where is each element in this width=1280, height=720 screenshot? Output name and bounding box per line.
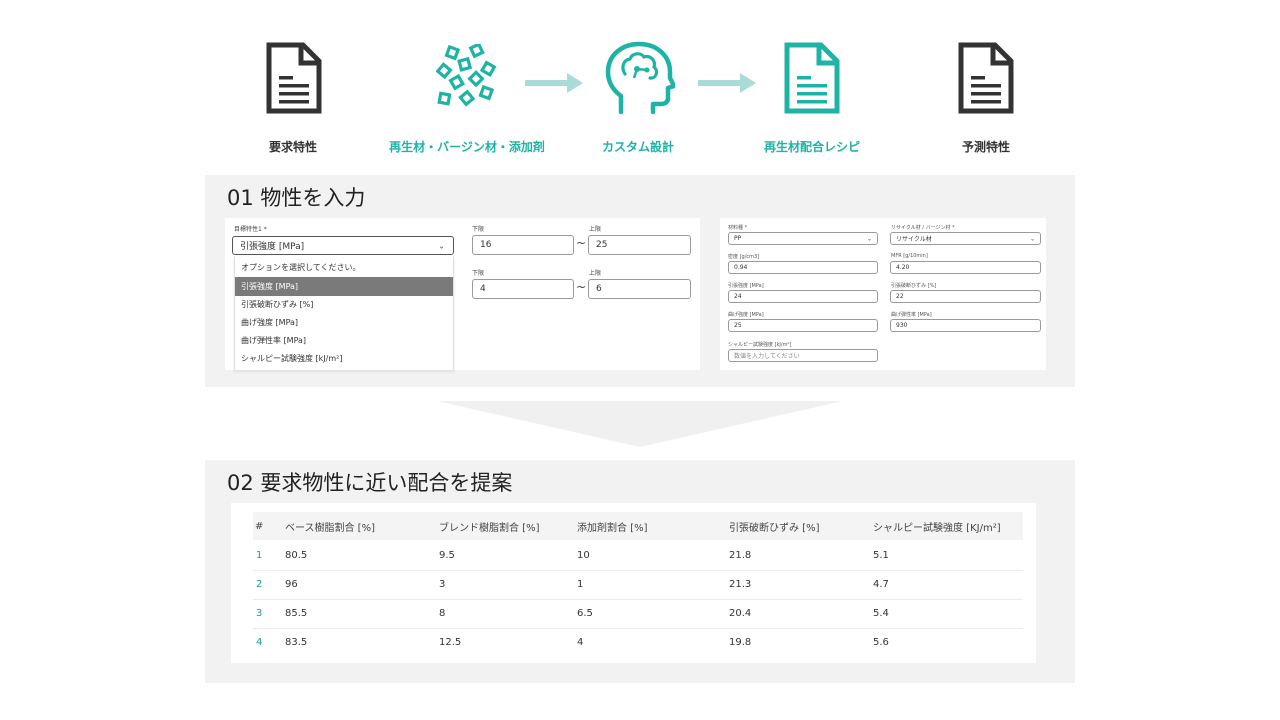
column-header-base-resin: ベース樹脂割合 [%] [285, 522, 375, 534]
cell-additive: 1 [577, 579, 584, 590]
material-type-value: PP [734, 235, 742, 242]
row-divider [253, 628, 1023, 629]
cell-charpy: 5.6 [873, 637, 889, 648]
cell-base-resin: 96 [285, 579, 298, 590]
tensile-strength-label: 引張強度 [MPa] [728, 283, 764, 289]
row-index[interactable]: 3 [256, 608, 262, 619]
proposal-table: # ベース樹脂割合 [%] ブレンド樹脂割合 [%] 添加剤割合 [%] 引張破… [231, 503, 1036, 663]
density-input[interactable]: 0.94 [728, 261, 878, 274]
flow-arrow-2 [698, 73, 756, 93]
document-icon [958, 42, 1014, 114]
cell-tensile-strain: 20.4 [729, 608, 752, 619]
column-header-additive: 添加剤割合 [%] [577, 522, 648, 534]
dropdown-option[interactable]: 引張破断ひずみ [%] [235, 295, 453, 314]
cell-blend-resin: 12.5 [439, 637, 462, 648]
cell-tensile-strain: 19.8 [729, 637, 752, 648]
tensile-strength-input[interactable]: 24 [728, 290, 878, 303]
flow-arrow-1 [525, 73, 583, 93]
column-header-tensile-strain: 引張破断ひずみ [%] [729, 522, 820, 534]
section-input-title: 01 物性を入力 [227, 186, 366, 210]
chevron-down-icon: ⌄ [866, 235, 872, 242]
upper-limit-input-1[interactable]: 25 [588, 235, 691, 255]
dropdown-option[interactable]: 曲げ強度 [MPa] [235, 313, 453, 332]
recycle-value: リサイクル材 [896, 236, 932, 243]
dropdown-option[interactable]: シャルピー試験強度 [kJ/m²] [235, 349, 453, 368]
ai-brain-icon [605, 41, 675, 115]
charpy-input[interactable]: 数値を入力してください [728, 349, 878, 362]
flexural-strength-input[interactable]: 25 [728, 319, 878, 332]
cell-charpy: 4.7 [873, 579, 889, 590]
range-tilde: ~ [576, 236, 587, 250]
cell-blend-resin: 3 [439, 579, 446, 590]
upper-limit-input-2[interactable]: 6 [588, 279, 691, 299]
target-property-dropdown: オプションを選択してください。 引張強度 [MPa] 引張破断ひずみ [%] 曲… [234, 256, 454, 370]
tensile-strain-label: 引張破断ひずみ [%] [891, 283, 937, 289]
mfr-label: MFR [g/10min] [891, 253, 928, 259]
dropdown-option[interactable]: 曲げ弾性率 [MPa] [235, 331, 453, 350]
range-tilde: ~ [576, 280, 587, 294]
material-type-select[interactable]: PP ⌄ [728, 232, 878, 245]
chevron-down-arrow [437, 401, 843, 447]
cell-tensile-strain: 21.8 [729, 550, 752, 561]
cell-base-resin: 83.5 [285, 637, 308, 648]
chevron-down-icon: ⌄ [438, 241, 445, 250]
row-divider [253, 570, 1023, 571]
cell-base-resin: 80.5 [285, 550, 308, 561]
flow-label-predicted: 予測特性 [961, 140, 1011, 154]
target-property-select[interactable]: 引張強度 [MPa] ⌄ [232, 236, 454, 255]
materials-icon [436, 44, 497, 107]
flow-label-requirements: 要求特性 [268, 140, 318, 154]
cell-charpy: 5.4 [873, 608, 889, 619]
lower-limit-input-1[interactable]: 16 [472, 235, 574, 255]
section-proposal-title: 02 要求物性に近い配合を提案 [227, 471, 513, 495]
table-header: # ベース樹脂割合 [%] ブレンド樹脂割合 [%] 添加剤割合 [%] 引張破… [253, 512, 1023, 540]
lower-limit-label: 下限 [472, 226, 485, 233]
tensile-strain-input[interactable]: 22 [890, 290, 1041, 303]
target-property-value: 引張強度 [MPa] [240, 242, 305, 252]
row-index[interactable]: 2 [256, 579, 262, 590]
cell-base-resin: 85.5 [285, 608, 308, 619]
cell-blend-resin: 8 [439, 608, 446, 619]
document-icon [266, 42, 322, 114]
flow-label-materials: 再生材・バージン材・添加剤 [389, 140, 545, 154]
recipe-document-icon [784, 42, 840, 114]
row-divider [253, 599, 1023, 600]
density-label: 密度 [g/cm3] [728, 254, 760, 260]
upper-limit-label: 上限 [589, 226, 602, 233]
column-header-charpy: シャルピー試験強度 [KJ/m²] [873, 522, 1001, 534]
dropdown-option-selected[interactable]: 引張強度 [MPa] [235, 277, 453, 296]
recycle-select[interactable]: リサイクル材 ⌄ [890, 232, 1041, 245]
mfr-input[interactable]: 4.20 [890, 261, 1041, 274]
cell-additive: 6.5 [577, 608, 593, 619]
lower-limit-input-2[interactable]: 4 [472, 279, 574, 299]
cell-blend-resin: 9.5 [439, 550, 455, 561]
flexural-strength-label: 曲げ強度 [MPa] [728, 312, 764, 318]
material-type-label: 材料種 * [728, 225, 748, 231]
target-property-label: 目標特性1 * [234, 226, 267, 233]
flow-label-custom-design: カスタム設計 [601, 140, 675, 154]
flexural-modulus-input[interactable]: 930 [890, 319, 1041, 332]
chevron-down-icon: ⌄ [1029, 235, 1035, 242]
cell-additive: 4 [577, 637, 584, 648]
dropdown-option[interactable]: オプションを選択してください。 [235, 258, 453, 277]
flexural-modulus-label: 曲げ弾性率 [MPa] [891, 312, 932, 318]
lower-limit-label: 下限 [472, 270, 485, 277]
flow-label-recipe: 再生材配合レシピ [763, 140, 861, 154]
cell-additive: 10 [577, 550, 590, 561]
cell-tensile-strain: 21.3 [729, 579, 752, 590]
cell-charpy: 5.1 [873, 550, 889, 561]
row-index[interactable]: 1 [256, 550, 262, 561]
upper-limit-label: 上限 [589, 270, 602, 277]
charpy-label: シャルピー試験強度 [kJ/m²] [728, 342, 792, 348]
column-header-index: # [255, 520, 264, 532]
row-index[interactable]: 4 [256, 637, 262, 648]
column-header-blend-resin: ブレンド樹脂割合 [%] [439, 522, 540, 534]
recycle-label: リサイクル材 / バージン材 * [891, 225, 955, 231]
